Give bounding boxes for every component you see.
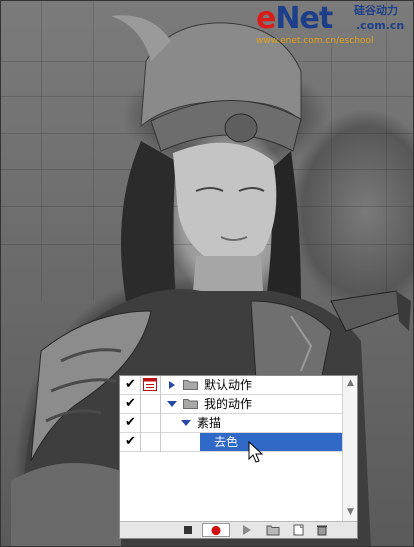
- toggle-item-check[interactable]: ✔: [123, 415, 138, 431]
- action-step-label: 去色: [214, 435, 239, 449]
- new-set-icon[interactable]: [266, 524, 280, 536]
- logo-wordmark: eNet: [256, 1, 333, 36]
- toggle-item-check[interactable]: ✔: [123, 396, 138, 412]
- row-label-cell[interactable]: 默认动作: [161, 376, 342, 394]
- vertical-scrollbar[interactable]: ▲ ▼: [342, 376, 357, 521]
- action-row[interactable]: ✔ 去色: [120, 433, 342, 452]
- delete-icon[interactable]: [316, 524, 328, 536]
- action-row[interactable]: ✔ 我的动作: [120, 395, 342, 414]
- collapse-triangle-icon[interactable]: [167, 401, 177, 407]
- record-button[interactable]: [202, 523, 230, 537]
- folder-icon: [183, 380, 198, 390]
- action-set-label: 默认动作: [204, 378, 253, 392]
- enet-watermark-logo: eNet 硅谷动力 .com.cn www.enet.com.cn/eschoo…: [256, 3, 411, 47]
- action-row[interactable]: ✔ 默认动作: [120, 376, 342, 395]
- dialog-toggle-icon[interactable]: [143, 378, 157, 391]
- folder-icon: [183, 399, 198, 409]
- row-label-cell[interactable]: 我的动作: [161, 395, 342, 413]
- new-action-icon[interactable]: [292, 524, 305, 536]
- logo-url: www.enet.com.cn/eschool: [256, 36, 374, 46]
- action-row[interactable]: ✔ 素描: [120, 414, 342, 433]
- mouse-pointer-icon: [248, 441, 264, 463]
- toggle-item-check[interactable]: ✔: [123, 377, 138, 393]
- row-label-cell[interactable]: 素描: [161, 414, 342, 432]
- toggle-item-check[interactable]: ✔: [123, 434, 138, 450]
- logo-net: Net: [275, 1, 333, 36]
- logo-e: e: [256, 1, 276, 36]
- scroll-down-icon[interactable]: ▼: [345, 507, 356, 518]
- collapse-triangle-icon[interactable]: [181, 420, 191, 426]
- row-label-cell[interactable]: 去色: [200, 433, 342, 451]
- action-label: 素描: [197, 416, 222, 430]
- actions-toolbar: [120, 521, 357, 538]
- logo-domain-suffix: .com.cn: [356, 19, 405, 32]
- actions-list: ✔ 默认动作 ✔ 我的动作 ✔ 素描 ✔ 去色: [120, 376, 342, 521]
- record-icon: [211, 525, 221, 536]
- scroll-up-icon[interactable]: ▲: [345, 378, 356, 389]
- action-set-label: 我的动作: [204, 397, 253, 411]
- stop-icon[interactable]: [182, 524, 194, 536]
- logo-chinese-name: 硅谷动力: [354, 4, 398, 17]
- actions-panel: ✔ 默认动作 ✔ 我的动作 ✔ 素描 ✔ 去色 ▲ ▼: [119, 375, 358, 539]
- play-icon[interactable]: [240, 524, 252, 536]
- expand-triangle-icon[interactable]: [169, 381, 175, 389]
